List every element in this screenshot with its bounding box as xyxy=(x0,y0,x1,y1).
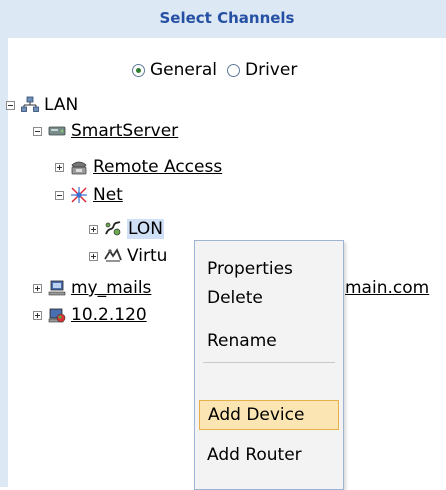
menu-item-rename[interactable]: Rename xyxy=(199,326,339,356)
tree-node-remote-access[interactable]: Remote Access xyxy=(55,155,222,179)
radio-unchecked-icon[interactable] xyxy=(227,63,240,77)
context-menu: Properties Delete Rename Add Device Add … xyxy=(194,240,344,490)
radio-checked-icon[interactable] xyxy=(132,63,145,77)
tree-node-mail-label-tail[interactable]: main.com xyxy=(345,276,429,300)
tree-node-label[interactable]: SmartServer xyxy=(71,121,178,141)
computer-icon xyxy=(48,280,66,296)
lon-channel-icon xyxy=(105,221,121,236)
expand-icon[interactable] xyxy=(33,283,42,293)
virtual-channel-icon xyxy=(104,248,122,262)
collapse-icon[interactable] xyxy=(55,190,64,200)
panel-header: Select Channels xyxy=(8,0,446,38)
radio-general[interactable]: General xyxy=(132,60,217,80)
radio-general-label: General xyxy=(150,60,217,80)
tree-node-label-tail[interactable]: main.com xyxy=(345,278,429,298)
tree-node-label[interactable]: Net xyxy=(93,185,123,205)
tree-node-lan[interactable]: LAN xyxy=(6,93,78,117)
expand-icon[interactable] xyxy=(89,224,98,234)
menu-item-delete[interactable]: Delete xyxy=(199,283,339,313)
network-icon xyxy=(21,96,39,112)
tree-node-mail-server[interactable]: my_mails xyxy=(33,276,151,300)
radio-driver-label: Driver xyxy=(245,60,298,80)
tree-node-label[interactable]: Remote Access xyxy=(93,157,222,177)
telephone-icon xyxy=(71,161,87,175)
collapse-icon[interactable] xyxy=(6,100,15,110)
tree-node-net[interactable]: Net xyxy=(55,183,123,207)
expand-icon[interactable] xyxy=(55,162,64,172)
network-hub-icon xyxy=(71,187,87,203)
tree-node-smartserver[interactable]: SmartServer xyxy=(33,119,178,143)
expand-icon[interactable] xyxy=(89,251,98,261)
computer-globe-icon xyxy=(48,308,66,323)
menu-item-add-device[interactable]: Add Device xyxy=(199,400,339,430)
menu-item-add-router[interactable]: Add Router xyxy=(199,440,339,470)
expand-icon[interactable] xyxy=(33,310,42,320)
tree-node-ip-host[interactable]: 10.2.120 xyxy=(33,303,147,327)
tree-node-label[interactable]: my_mails xyxy=(71,278,151,298)
mode-radio-group: General Driver xyxy=(132,59,297,81)
tree-node-lon[interactable]: LON xyxy=(89,217,164,241)
panel-title: Select Channels xyxy=(159,9,295,27)
tree-node-virtual[interactable]: Virtu xyxy=(89,244,167,268)
tree-node-label[interactable]: LAN xyxy=(44,95,78,115)
collapse-icon[interactable] xyxy=(33,126,42,136)
radio-driver[interactable]: Driver xyxy=(227,60,297,80)
tree-node-label-selected[interactable]: LON xyxy=(127,219,164,239)
tree-node-label[interactable]: Virtu xyxy=(127,246,167,266)
menu-item-properties[interactable]: Properties xyxy=(199,254,339,284)
left-panel-strip xyxy=(0,0,8,487)
server-icon xyxy=(48,126,66,136)
tree-node-label[interactable]: 10.2.120 xyxy=(71,305,147,325)
menu-separator xyxy=(203,362,335,363)
